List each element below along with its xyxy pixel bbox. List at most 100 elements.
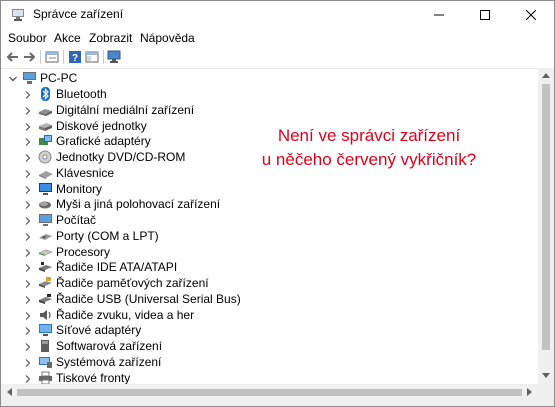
close-icon bbox=[526, 10, 536, 20]
forward-arrow-icon[interactable] bbox=[21, 49, 37, 65]
chevron-right-icon[interactable] bbox=[23, 310, 33, 320]
menu-soubor[interactable]: Soubor bbox=[8, 31, 47, 45]
tree-item-label: Řadiče IDE ATA/ATAPI bbox=[56, 260, 178, 274]
scan-hardware-icon[interactable] bbox=[106, 49, 122, 65]
menu-akce[interactable]: Akce bbox=[54, 31, 81, 45]
tree-item[interactable]: Softwarová zařízení bbox=[1, 338, 531, 354]
minimize-button[interactable] bbox=[416, 1, 462, 29]
chevron-right-icon[interactable] bbox=[23, 136, 33, 146]
tree-root[interactable]: PC-PC bbox=[1, 70, 531, 86]
processor-icon bbox=[38, 245, 53, 259]
chevron-right-icon[interactable] bbox=[23, 105, 33, 115]
storage-controller-icon bbox=[38, 276, 53, 290]
back-arrow-icon[interactable] bbox=[5, 49, 21, 65]
red-annotation: Není ve správci zařízení u něčeho červen… bbox=[239, 124, 499, 172]
chevron-right-icon[interactable] bbox=[23, 231, 33, 241]
tree-item-label: Klávesnice bbox=[56, 166, 115, 180]
chevron-right-icon[interactable] bbox=[23, 215, 33, 225]
chevron-right-icon[interactable] bbox=[23, 89, 33, 99]
menu-zobrazit[interactable]: Zobrazit bbox=[89, 31, 132, 45]
chevron-down-icon[interactable] bbox=[8, 73, 18, 83]
display-adapter-icon bbox=[38, 134, 53, 148]
scroll-down-icon[interactable] bbox=[542, 373, 550, 379]
tree-item[interactable]: Řadiče zvuku, videa a her bbox=[1, 307, 531, 323]
annotation-line-1: Není ve správci zařízení bbox=[277, 126, 461, 145]
tree-item[interactable]: Počítač bbox=[1, 212, 531, 228]
device-manager-window: Správce zařízení Soubor Akce Zobrazit Ná… bbox=[0, 0, 555, 407]
tree-item[interactable]: Digitální mediální zařízení bbox=[1, 102, 531, 118]
tree-item[interactable]: Řadiče IDE ATA/ATAPI bbox=[1, 259, 531, 275]
tree-item[interactable]: Monitory bbox=[1, 181, 531, 197]
annotation-line-2: u něčeho červený vykřičník? bbox=[261, 150, 477, 169]
ide-controller-icon bbox=[38, 260, 53, 274]
vertical-scrollbar[interactable] bbox=[538, 68, 554, 384]
chevron-right-icon[interactable] bbox=[23, 184, 33, 194]
scroll-right-icon[interactable] bbox=[527, 388, 533, 396]
properties-icon[interactable] bbox=[44, 49, 60, 65]
horizontal-scrollbar[interactable] bbox=[1, 384, 538, 401]
maximize-button[interactable] bbox=[462, 1, 508, 29]
tree-item-label: Řadiče USB (Universal Serial Bus) bbox=[56, 292, 241, 306]
minimize-icon bbox=[434, 14, 444, 16]
tree-item[interactable]: Procesory bbox=[1, 244, 531, 260]
chevron-right-icon[interactable] bbox=[23, 121, 33, 131]
chevron-right-icon[interactable] bbox=[23, 168, 33, 178]
status-bar bbox=[1, 401, 554, 406]
mouse-icon bbox=[38, 197, 53, 211]
tree-item-label: Tiskové fronty bbox=[56, 371, 131, 385]
tree-item[interactable]: Tiskové fronty bbox=[1, 370, 531, 385]
chevron-right-icon[interactable] bbox=[23, 152, 33, 162]
toolbar: ? bbox=[1, 47, 554, 67]
chevron-right-icon[interactable] bbox=[23, 357, 33, 367]
menu-napoveda[interactable]: Nápověda bbox=[140, 31, 195, 45]
help-icon[interactable]: ? bbox=[67, 49, 83, 65]
horizontal-scroll-thumb[interactable] bbox=[17, 389, 522, 396]
tree-item[interactable]: Řadiče paměťových zařízení bbox=[1, 275, 531, 291]
tree-item[interactable]: Porty (COM a LPT) bbox=[1, 228, 531, 244]
console-tree-icon[interactable] bbox=[84, 49, 100, 65]
computer-icon bbox=[38, 213, 53, 227]
vertical-scroll-thumb[interactable] bbox=[542, 84, 550, 350]
tree-item[interactable]: Bluetooth bbox=[1, 86, 531, 102]
chevron-right-icon[interactable] bbox=[23, 278, 33, 288]
tree-item[interactable]: Myši a jiná polohovací zařízení bbox=[1, 196, 531, 212]
close-button[interactable] bbox=[508, 1, 554, 29]
tree-item[interactable]: Systémová zařízení bbox=[1, 354, 531, 370]
tree-item-label: Řadiče paměťových zařízení bbox=[56, 276, 209, 290]
tree-item-label: Grafické adaptéry bbox=[56, 134, 151, 148]
tree-item-label: Procesory bbox=[56, 245, 111, 259]
tree-item-label: Monitory bbox=[56, 182, 103, 196]
computer-icon bbox=[22, 71, 37, 85]
chevron-right-icon[interactable] bbox=[23, 247, 33, 257]
chevron-right-icon[interactable] bbox=[23, 325, 33, 335]
scroll-left-icon[interactable] bbox=[6, 388, 12, 396]
window-title: Správce zařízení bbox=[33, 7, 124, 21]
menu-bar: Soubor Akce Zobrazit Nápověda bbox=[1, 29, 554, 47]
print-queue-icon bbox=[38, 371, 53, 385]
chevron-right-icon[interactable] bbox=[23, 294, 33, 304]
device-manager-icon bbox=[11, 8, 25, 22]
title-bar[interactable]: Správce zařízení bbox=[1, 1, 554, 29]
disk-drive-icon bbox=[38, 119, 53, 133]
system-device-icon bbox=[38, 355, 53, 369]
tree-item-label: Porty (COM a LPT) bbox=[56, 229, 159, 243]
tree-item-label: Diskové jednotky bbox=[56, 119, 147, 133]
tree-item-label: Systémová zařízení bbox=[56, 355, 162, 369]
chevron-right-icon[interactable] bbox=[23, 341, 33, 351]
scroll-up-icon[interactable] bbox=[542, 72, 550, 78]
bluetooth-icon bbox=[38, 87, 53, 101]
tree-item-label: Bluetooth bbox=[56, 87, 107, 101]
chevron-right-icon[interactable] bbox=[23, 373, 33, 383]
chevron-right-icon[interactable] bbox=[23, 262, 33, 272]
toolbar-separator bbox=[103, 50, 104, 64]
tree-item-label: Síťové adaptéry bbox=[56, 323, 142, 337]
tree-item-label: Softwarová zařízení bbox=[56, 339, 163, 353]
chevron-right-icon[interactable] bbox=[23, 199, 33, 209]
dvd-drive-icon bbox=[38, 150, 53, 164]
tree-item-label: Jednotky DVD/CD-ROM bbox=[56, 150, 186, 164]
tree-item[interactable]: Síťové adaptéry bbox=[1, 322, 531, 338]
tree-item[interactable]: Řadiče USB (Universal Serial Bus) bbox=[1, 291, 531, 307]
tree-item-label: Myši a jiná polohovací zařízení bbox=[56, 197, 221, 211]
usb-icon bbox=[38, 292, 53, 306]
svg-text:?: ? bbox=[72, 53, 78, 64]
